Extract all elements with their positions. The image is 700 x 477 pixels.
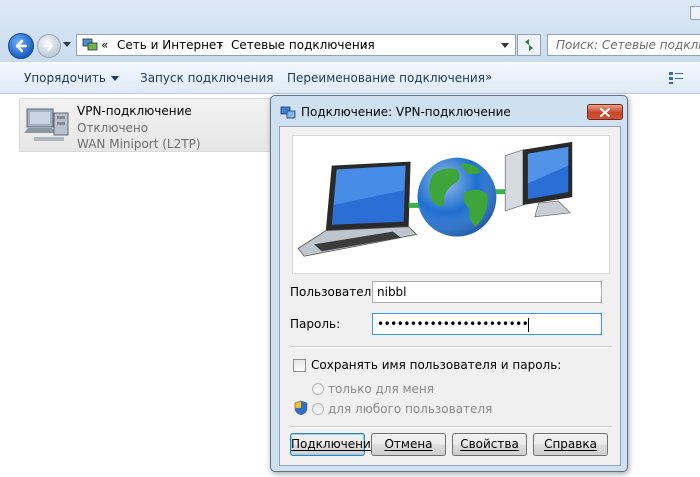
close-icon <box>600 108 610 117</box>
window-button[interactable] <box>690 6 700 20</box>
close-button[interactable] <box>587 104 623 120</box>
breadcrumb-network-connections[interactable]: Сетевые подключения <box>231 38 375 52</box>
separator <box>290 346 612 348</box>
only-me-label: только для меня <box>328 382 434 396</box>
connect-button[interactable]: Подключение <box>290 433 378 456</box>
network-folder-icon <box>82 38 98 51</box>
arrow-left-icon <box>15 39 28 53</box>
password-label: Пароль: <box>290 317 341 331</box>
vpn-connection-item[interactable]: VPN-подключение Отключено WAN Miniport (… <box>19 98 279 152</box>
globe-icon <box>417 157 497 237</box>
username-field[interactable]: nibbl <box>372 281 602 303</box>
chevron-right-icon[interactable]: › <box>363 38 368 52</box>
breadcrumb-network-internet[interactable]: Сеть и Интернет <box>117 38 223 52</box>
breadcrumb-prefix[interactable]: « <box>101 38 108 52</box>
dialog-body: Пользователь: nibbl Пароль: ••••••••••••… <box>279 126 621 466</box>
address-bar[interactable]: « Сеть и Интернет › Сетевые подключения … <box>76 34 516 56</box>
chevron-down-icon[interactable] <box>501 43 509 48</box>
uac-shield-icon <box>294 400 308 416</box>
properties-button[interactable]: Свойства <box>452 433 527 456</box>
save-credentials-label[interactable]: Сохранять имя пользователя и пароль: <box>311 358 561 372</box>
more-commands-button[interactable]: » <box>485 70 492 84</box>
connection-illustration <box>292 135 610 274</box>
desktop-computer-icon <box>504 141 573 218</box>
separator <box>290 426 612 428</box>
refresh-icon <box>525 39 533 51</box>
username-label: Пользователь: <box>290 285 383 299</box>
rename-connection-button[interactable]: Переименование подключения <box>287 71 485 85</box>
back-button[interactable] <box>8 33 34 59</box>
cancel-button[interactable]: Отмена <box>371 433 446 456</box>
search-placeholder: Поиск: Сетевые подключе <box>556 38 700 52</box>
connection-status: Отключено <box>77 121 149 135</box>
view-options-icon[interactable] <box>668 71 684 85</box>
vpn-network-icon <box>24 108 69 141</box>
chevron-down-icon <box>110 76 119 81</box>
help-button[interactable]: Справка <box>533 433 608 456</box>
text-caret <box>528 317 530 332</box>
any-user-radio[interactable] <box>312 403 324 415</box>
password-value: ••••••••••••••••••••••• <box>377 317 529 331</box>
only-me-radio[interactable] <box>312 383 324 395</box>
connection-device: WAN Miniport (L2TP) <box>77 137 201 151</box>
start-connection-button[interactable]: Запуск подключения <box>140 71 274 85</box>
chevron-right-icon[interactable]: › <box>218 38 223 52</box>
save-credentials-checkbox[interactable] <box>293 359 306 372</box>
username-value: nibbl <box>377 285 407 299</box>
arrow-right-icon <box>44 41 53 51</box>
laptop-icon <box>297 161 418 257</box>
dialog-title: Подключение: VPN-подключение <box>301 105 511 119</box>
organize-menu[interactable]: Упорядочить <box>24 71 119 85</box>
vpn-connect-dialog: Подключение: VPN-подключение Пользовател… <box>270 95 628 472</box>
password-field[interactable]: ••••••••••••••••••••••• <box>372 313 602 335</box>
recent-pages-dropdown[interactable] <box>63 42 71 47</box>
network-connection-icon <box>280 106 296 119</box>
search-input[interactable]: Поиск: Сетевые подключе <box>547 34 700 56</box>
any-user-label: для любого пользователя <box>328 402 493 416</box>
forward-button[interactable] <box>37 34 61 58</box>
refresh-button[interactable] <box>517 34 541 56</box>
connection-name: VPN-подключение <box>77 104 192 118</box>
